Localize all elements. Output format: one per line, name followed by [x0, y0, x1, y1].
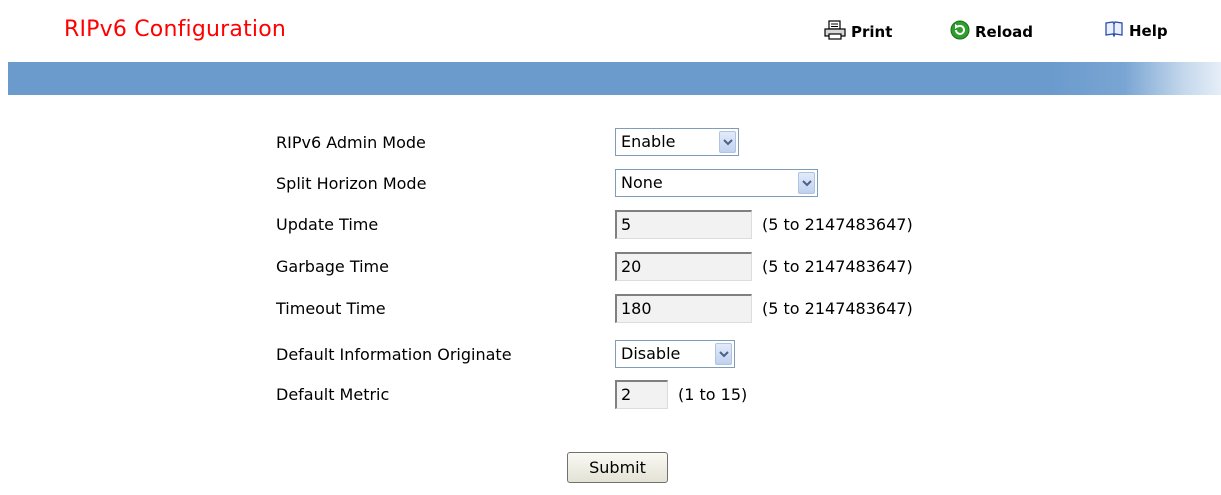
garbage-time-row: Garbage Time 20 (5 to 2147483647): [0, 252, 1221, 286]
garbage-time-label: Garbage Time: [276, 257, 389, 276]
printer-icon: [824, 20, 851, 44]
help-button[interactable]: Help: [1104, 20, 1168, 42]
split-horizon-row: Split Horizon Mode None: [0, 169, 1221, 203]
title-band: [8, 62, 1221, 95]
timeout-time-label: Timeout Time: [276, 299, 386, 318]
split-horizon-label: Split Horizon Mode: [276, 174, 427, 193]
admin-mode-select[interactable]: Enable: [615, 128, 739, 156]
admin-mode-row: RIPv6 Admin Mode Enable: [0, 128, 1221, 162]
update-time-row: Update Time 5 (5 to 2147483647): [0, 210, 1221, 244]
reload-button[interactable]: Reload: [950, 20, 1033, 44]
submit-button[interactable]: Submit: [567, 452, 668, 483]
page-header: RIPv6 Configuration Print Reload Help: [0, 0, 1221, 62]
chevron-down-icon[interactable]: [798, 172, 815, 194]
default-metric-label: Default Metric: [276, 385, 390, 404]
garbage-time-range: (5 to 2147483647): [762, 257, 913, 276]
help-label: Help: [1129, 22, 1168, 40]
book-icon: [1104, 20, 1129, 42]
page-title: RIPv6 Configuration: [64, 17, 287, 42]
garbage-time-input[interactable]: 20: [615, 252, 752, 281]
update-time-range: (5 to 2147483647): [762, 215, 913, 234]
print-button[interactable]: Print: [824, 20, 892, 44]
chevron-down-icon[interactable]: [715, 343, 732, 365]
update-time-input[interactable]: 5: [615, 210, 752, 239]
default-info-originate-value: Disable: [621, 344, 681, 363]
default-metric-row: Default Metric 2 (1 to 15): [0, 380, 1221, 414]
split-horizon-select[interactable]: None: [615, 169, 818, 197]
timeout-time-range: (5 to 2147483647): [762, 299, 913, 318]
reload-label: Reload: [975, 23, 1034, 41]
admin-mode-label: RIPv6 Admin Mode: [276, 133, 426, 152]
timeout-time-row: Timeout Time 180 (5 to 2147483647): [0, 294, 1221, 328]
split-horizon-value: None: [621, 173, 663, 192]
default-info-originate-select[interactable]: Disable: [615, 340, 735, 368]
reload-icon: [950, 20, 975, 44]
default-info-originate-row: Default Information Originate Disable: [0, 340, 1221, 374]
print-label: Print: [851, 23, 893, 41]
update-time-label: Update Time: [276, 215, 379, 234]
chevron-down-icon[interactable]: [719, 131, 736, 153]
timeout-time-input[interactable]: 180: [615, 294, 752, 323]
default-metric-range: (1 to 15): [678, 385, 748, 404]
default-info-originate-label: Default Information Originate: [276, 345, 512, 364]
default-metric-input[interactable]: 2: [615, 380, 668, 409]
admin-mode-value: Enable: [621, 132, 676, 151]
